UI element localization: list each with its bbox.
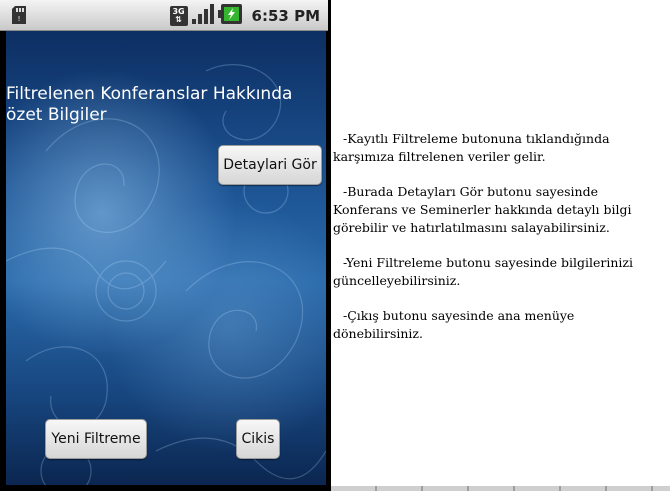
status-icons: 3G ⇅ 6:53 PM: [169, 4, 320, 28]
exit-button[interactable]: Cikis: [236, 419, 280, 459]
new-filter-button[interactable]: Yeni Filtreme: [45, 419, 147, 459]
network-3g-icon: 3G ⇅: [169, 6, 188, 26]
status-bar: ! 3G ⇅ 6:53 PM: [0, 0, 328, 31]
clock: 6:53 PM: [251, 7, 320, 25]
app-screen: Filtrelenen Konferanslar Hakkında özet B…: [6, 31, 326, 485]
phone-frame: ! 3G ⇅ 6:53 PM Filtrelenen Konferanslar …: [0, 0, 331, 491]
help-paragraph: -Çıkış butonu sayesinde ana menüye döneb…: [333, 308, 575, 341]
bottom-divider: [331, 486, 670, 491]
signal-icon: [191, 4, 214, 28]
help-paragraph: -Burada Detayları Gör butonu sayesinde K…: [333, 184, 632, 235]
help-paragraph: -Kayıtlı Filtreleme butonuna tıklandığın…: [333, 131, 610, 164]
svg-text:!: !: [18, 15, 21, 23]
battery-icon: [217, 4, 242, 28]
data-arrows-icon: ⇅: [175, 15, 182, 24]
sd-card-icon: !: [12, 6, 26, 28]
help-paragraph: -Yeni Filtreleme butonu sayesinde bilgil…: [333, 255, 633, 288]
help-text: -Kayıtlı Filtreleme butonuna tıklandığın…: [333, 130, 663, 360]
page-title: Filtrelenen Konferanslar Hakkında özet B…: [6, 84, 293, 125]
details-button[interactable]: Detaylari Gör: [218, 145, 322, 185]
